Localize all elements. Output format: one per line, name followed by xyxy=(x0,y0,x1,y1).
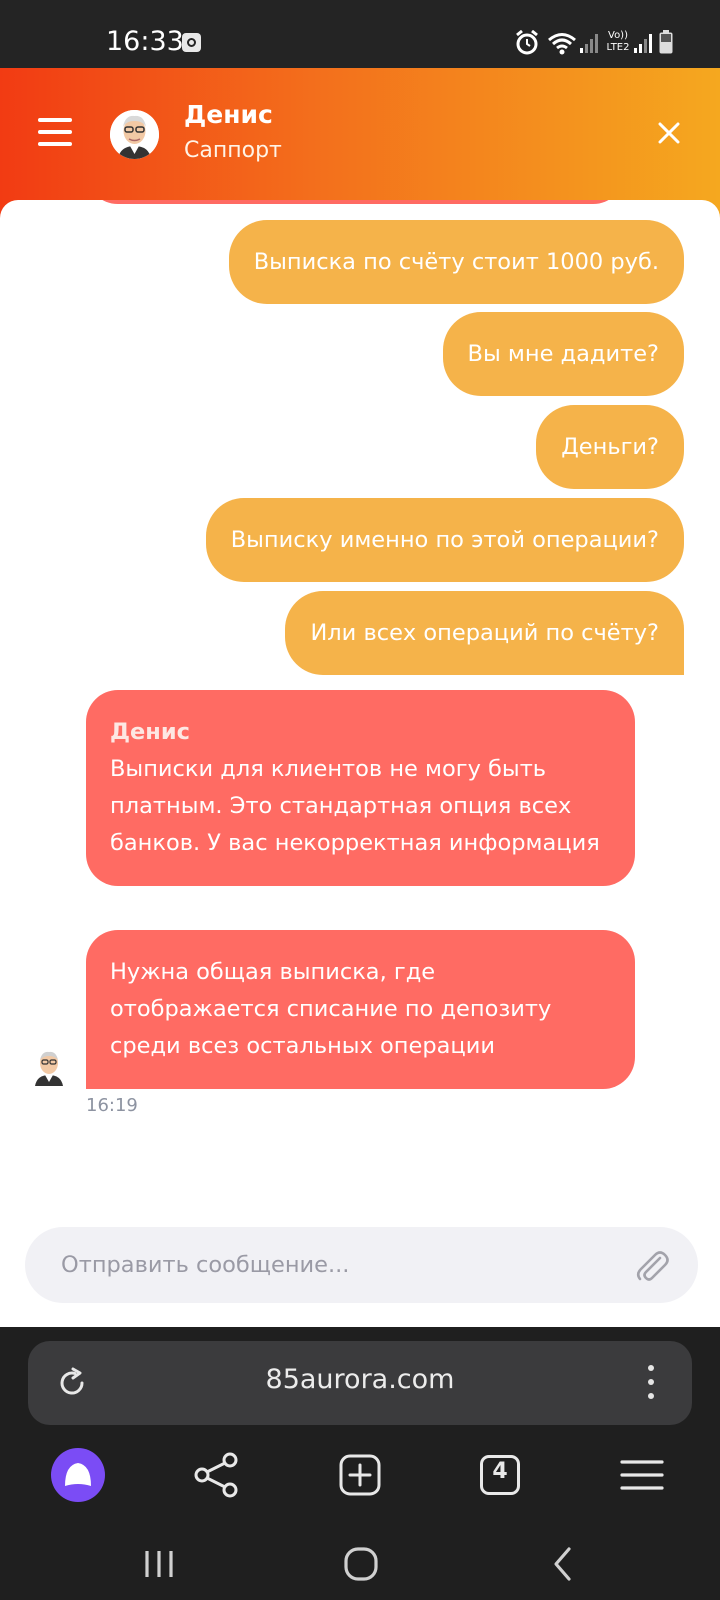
tabs-count-button[interactable]: 4 xyxy=(470,1445,530,1505)
message-time: 16:19 xyxy=(86,1095,138,1116)
message-bubble-out: Выписку именно по этой операции? xyxy=(205,498,684,582)
menu-button[interactable] xyxy=(38,118,72,146)
message-text: Выписка по счёту стоит 1000 руб. xyxy=(253,248,659,275)
message-sender: Денис xyxy=(110,719,190,745)
message-bubble-out: Или всех операций по счёту? xyxy=(285,591,684,675)
message-text: Выписку именно по этой операции? xyxy=(230,526,659,553)
avatar-icon xyxy=(36,200,62,202)
chat-header: Денис Саппорт xyxy=(0,68,720,218)
screen: 16:33 Vo)) LTE2 Денис Саппорт Выписка по… xyxy=(0,0,720,1600)
status-icons: Vo)) LTE2 xyxy=(515,30,685,56)
network-label: Vo)) LTE2 xyxy=(606,30,630,53)
message-text: Деньги? xyxy=(561,433,659,460)
close-icon[interactable] xyxy=(656,120,682,146)
paperclip-icon[interactable] xyxy=(633,1247,671,1285)
share-icon[interactable] xyxy=(188,1445,248,1505)
battery-icon xyxy=(659,30,673,54)
avatar xyxy=(110,110,159,159)
message-input[interactable] xyxy=(61,1227,621,1303)
agent-role: Саппорт xyxy=(184,138,282,163)
message-text: Нужна общая выписка, где отображается сп… xyxy=(110,959,552,1059)
back-icon[interactable] xyxy=(538,1539,588,1589)
message-text: Или всех операций по счёту? xyxy=(310,619,659,646)
message-bubble-in-partial xyxy=(86,200,625,204)
address-bar[interactable]: 85aurora.com xyxy=(28,1341,692,1425)
new-tab-icon[interactable] xyxy=(330,1445,390,1505)
wifi-icon xyxy=(548,33,576,55)
tabs-count: 4 xyxy=(492,1459,508,1484)
more-options-icon[interactable] xyxy=(646,1365,654,1401)
alarm-icon xyxy=(516,30,538,55)
chat-area[interactable]: Выписка по счёту стоит 1000 руб. Вы мне … xyxy=(0,200,720,1327)
recent-apps-icon[interactable] xyxy=(134,1539,184,1589)
message-text: Вы мне дадите? xyxy=(467,340,659,367)
browser-menu-icon[interactable] xyxy=(612,1445,672,1505)
message-input-container xyxy=(25,1227,698,1303)
message-bubble-out: Выписка по счёту стоит 1000 руб. xyxy=(228,220,684,304)
avatar-icon xyxy=(35,1051,63,1086)
agent-name: Денис xyxy=(184,100,273,129)
signal-1-icon xyxy=(580,34,598,53)
status-time: 16:33 xyxy=(106,26,184,57)
avatar-image xyxy=(110,110,159,159)
message-bubble-in: Денис Выписки для клиентов не могу быть … xyxy=(86,690,635,886)
home-icon[interactable] xyxy=(336,1539,386,1589)
signal-2-icon xyxy=(634,34,652,53)
alice-assistant-button[interactable] xyxy=(48,1445,108,1505)
screen-record-icon xyxy=(182,33,201,52)
browser-bar: 85aurora.com 4 xyxy=(0,1327,720,1600)
status-bar: 16:33 Vo)) LTE2 xyxy=(0,0,720,68)
url-text: 85aurora.com xyxy=(265,1364,455,1395)
message-bubble-out: Вы мне дадите? xyxy=(442,312,684,396)
message-text: Выписки для клиентов не могу быть платны… xyxy=(110,756,600,856)
message-bubble-out: Деньги? xyxy=(536,405,684,489)
message-bubble-in: Нужна общая выписка, где отображается сп… xyxy=(86,930,635,1089)
